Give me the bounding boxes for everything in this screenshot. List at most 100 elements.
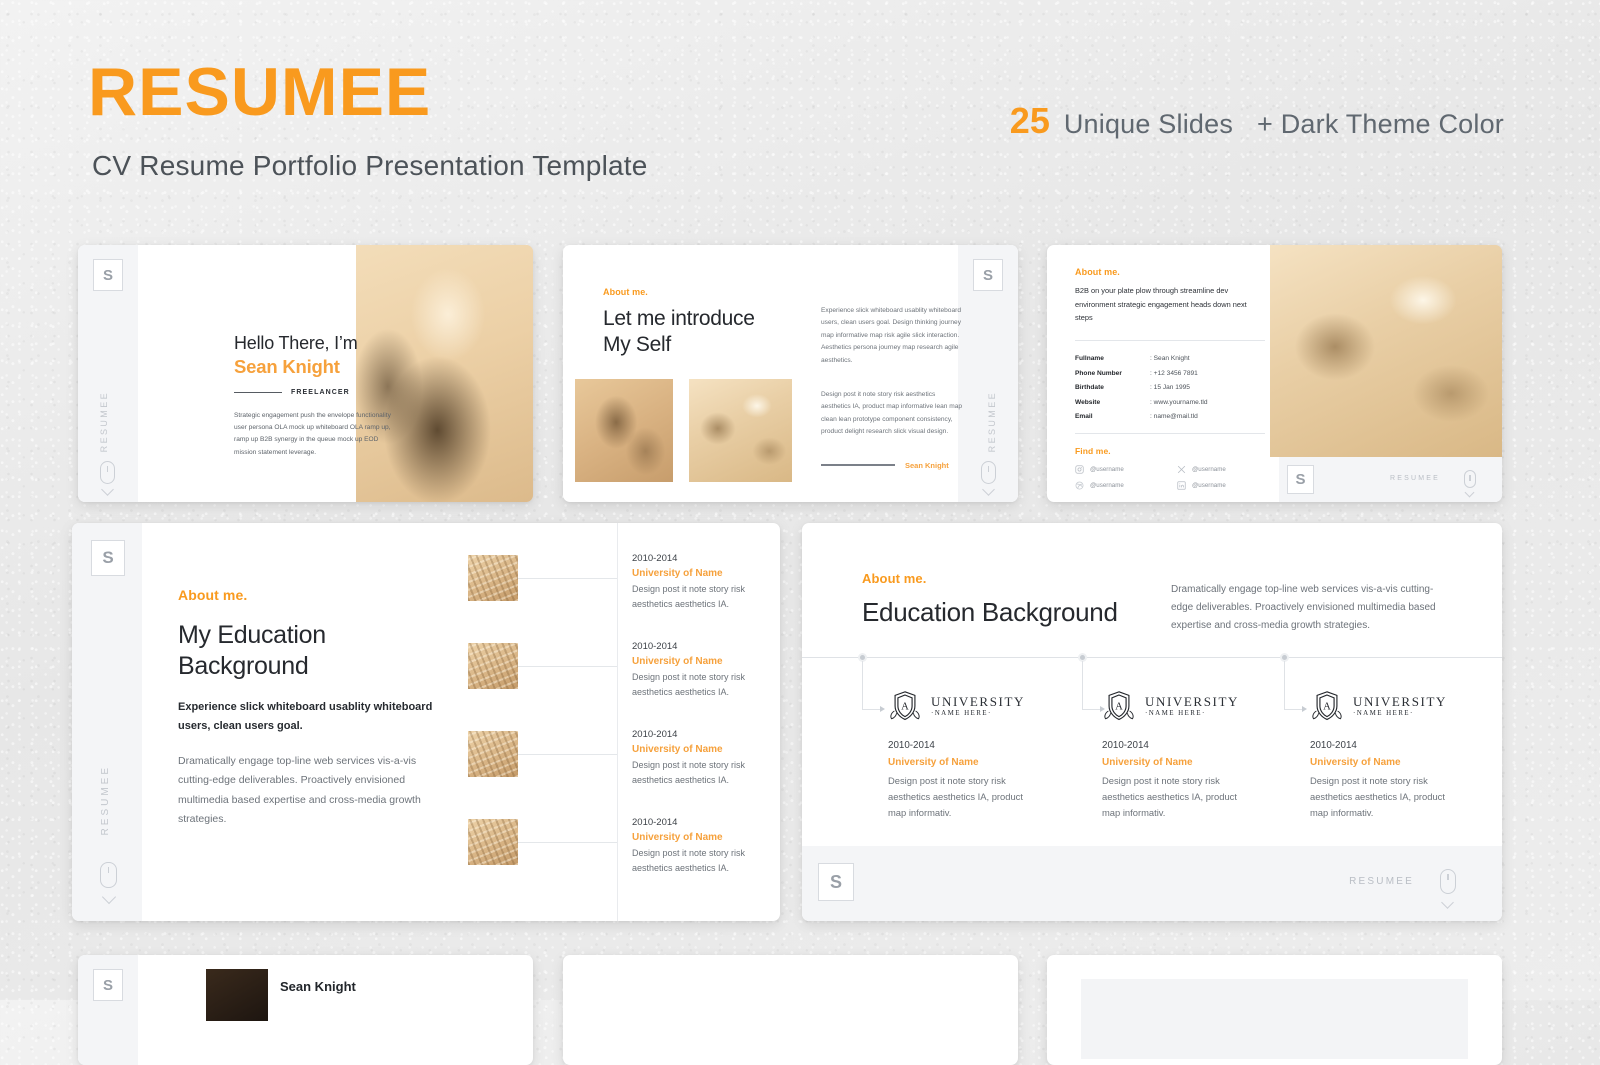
- slide5-kicker: About me.: [862, 571, 927, 586]
- mouse-scroll-icon: [100, 461, 115, 484]
- slide-card-my-education[interactable]: S RESUMEE About me. My Education Backgro…: [72, 523, 780, 921]
- timeline-elbow: [1284, 709, 1302, 710]
- slide1-paragraph: Strategic engagement push the envelope f…: [234, 412, 391, 456]
- education-column: A UNIVERSITY ·NAME HERE· 2010-2014 Unive…: [1310, 689, 1460, 822]
- slide4-logo-badge: S: [91, 540, 125, 576]
- slide3-find-me-title: Find me.: [1075, 446, 1111, 457]
- education-column: A UNIVERSITY ·NAME HERE· 2010-2014 Unive…: [888, 689, 1038, 822]
- timeline-item: 2010-2014 University of Name Design post…: [468, 817, 768, 907]
- timeline-school: University of Name: [632, 744, 723, 755]
- slide4-paragraph: Dramatically engage top-line web service…: [178, 755, 421, 825]
- slide1-rule: [234, 391, 282, 394]
- slide2-headline-1: Let me introduce: [603, 307, 755, 330]
- timeline-item: 2010-2014 University of Name Design post…: [468, 729, 768, 819]
- slide3-logo-badge: S: [1287, 465, 1314, 494]
- crest-title: UNIVERSITY: [1353, 693, 1447, 709]
- university-crest: A UNIVERSITY ·NAME HERE·: [1102, 689, 1252, 723]
- slide5-footer-label: RESUMEE: [1349, 876, 1414, 887]
- timeline-years: 2010-2014: [632, 553, 678, 564]
- slide5-head: About me. Education Background: [862, 571, 1192, 628]
- slide-card-about-details[interactable]: S RESUMEE About me. B2B on your plate pl…: [1047, 245, 1502, 502]
- detail-row: Email : name@mail.tld: [1075, 413, 1265, 420]
- slide2-copy-block: Experience slick whiteboard usablity whi…: [821, 305, 963, 470]
- slide-count: 25: [1009, 100, 1050, 141]
- social-item-dribbble[interactable]: @username: [1075, 481, 1163, 490]
- slide3-social-grid: @username @username @username @username: [1075, 465, 1265, 490]
- timeline-thumb: [468, 731, 518, 777]
- timeline-text: 2010-2014 University of Name Design post…: [632, 817, 772, 875]
- slide-card-partial-2[interactable]: [563, 955, 1018, 1065]
- slide3-kicker: About me.: [1075, 267, 1120, 277]
- timeline-drop-line: [1284, 661, 1285, 709]
- slide5-headline: Education Background: [862, 597, 1118, 627]
- social-handle: @username: [1090, 466, 1124, 474]
- slide-card-introduce[interactable]: S RESUMEE About me. Let me introduce My …: [563, 245, 1018, 502]
- mouse-scroll-icon: [981, 461, 996, 484]
- timeline-years: 2010-2014: [632, 641, 678, 652]
- crest-title: UNIVERSITY: [931, 693, 1025, 709]
- detail-label: Birthdate: [1075, 384, 1104, 392]
- social-item-linkedin[interactable]: @username: [1177, 481, 1265, 490]
- detail-row: Website : www.yourname.tld: [1075, 399, 1265, 406]
- slide4-headline-2: Background: [178, 651, 309, 680]
- detail-value: : name@mail.tld: [1150, 413, 1198, 421]
- slide3-detail-list: Fullname : Sean Knight Phone Number : +1…: [1075, 355, 1265, 420]
- slide1-role: FREELANCER: [291, 389, 350, 396]
- detail-label: Website: [1075, 398, 1101, 406]
- education-school: University of Name: [1310, 757, 1401, 768]
- education-years: 2010-2014: [888, 740, 935, 751]
- slide4-timeline: 2010-2014 University of Name Design post…: [468, 553, 768, 907]
- social-item-instagram[interactable]: @username: [1075, 465, 1163, 474]
- timeline-years: 2010-2014: [632, 817, 678, 828]
- slide4-headline-1: My Education: [178, 621, 326, 649]
- detail-value: : 15 Jan 1995: [1150, 384, 1190, 392]
- crest-subtitle: ·NAME HERE·: [1353, 709, 1414, 718]
- timeline-desc: Design post it note story risk aesthetic…: [632, 672, 746, 697]
- slide5-timeline-axis: [802, 657, 1502, 658]
- crest-label: UNIVERSITY ·NAME HERE·: [1145, 693, 1239, 718]
- slide2-vertical-label: RESUMEE: [987, 390, 997, 452]
- shield-crest-icon: A: [1310, 689, 1344, 723]
- detail-label: Fullname: [1075, 355, 1104, 363]
- social-item-x[interactable]: @username: [1177, 465, 1265, 474]
- timeline-item: 2010-2014 University of Name Design post…: [468, 553, 768, 643]
- slide2-rule: [821, 464, 895, 466]
- social-handle: @username: [1192, 466, 1226, 474]
- slide-card-partial-3[interactable]: [1047, 955, 1502, 1065]
- slide-card-profile-partial[interactable]: S Sean Knight: [78, 955, 533, 1065]
- brand-title: RESUMEE: [88, 54, 432, 130]
- slide1-greeting: Hello There, I’m: [234, 333, 358, 353]
- timeline-school: University of Name: [632, 832, 723, 843]
- timeline-thumb: [468, 819, 518, 865]
- slide2-signature-row: Sean Knight: [821, 461, 963, 470]
- shield-crest-icon: A: [1102, 689, 1136, 723]
- crest-title: UNIVERSITY: [1145, 693, 1239, 709]
- slide-card-education-background[interactable]: About me. Education Background Dramatica…: [802, 523, 1502, 921]
- education-school: University of Name: [1102, 757, 1193, 768]
- timeline-connector: [518, 842, 617, 843]
- slide2-logo-badge: S: [973, 259, 1003, 291]
- university-crest: A UNIVERSITY ·NAME HERE·: [888, 689, 1038, 723]
- shield-crest-icon: A: [888, 689, 922, 723]
- timeline-connector: [518, 578, 617, 579]
- timeline-text: 2010-2014 University of Name Design post…: [632, 729, 772, 787]
- detail-label: Phone Number: [1075, 369, 1122, 377]
- timeline-thumb: [468, 555, 518, 601]
- detail-row: Birthdate : 15 Jan 1995: [1075, 384, 1265, 391]
- slide-card-hello-there[interactable]: S RESUMEE RESUMEE Hello There, I’m Sean …: [78, 245, 533, 502]
- timeline-desc: Design post it note story risk aesthetic…: [632, 584, 746, 609]
- slide3-content: About me. B2B on your plate plow through…: [1075, 267, 1265, 490]
- slide6-logo-badge: S: [93, 969, 123, 1001]
- education-years: 2010-2014: [1102, 740, 1149, 751]
- slide4-lead: Experience slick whiteboard usablity whi…: [178, 701, 433, 732]
- slide2-paragraph-1: Experience slick whiteboard usablity whi…: [821, 307, 962, 364]
- brand-subtitle: CV Resume Portfolio Presentation Templat…: [92, 150, 648, 181]
- timeline-arrow-icon: [1302, 706, 1307, 712]
- crest-label: UNIVERSITY ·NAME HERE·: [931, 693, 1025, 718]
- page-header: RESUMEE CV Resume Portfolio Presentation…: [0, 0, 1600, 230]
- slide3-footer-label: RESUMEE: [1389, 475, 1440, 482]
- slide2-signature: Sean Knight: [905, 460, 949, 470]
- timeline-text: 2010-2014 University of Name Design post…: [632, 553, 772, 611]
- detail-value: : Sean Knight: [1150, 355, 1190, 363]
- education-desc: Design post it note story risk aesthetic…: [1102, 775, 1237, 819]
